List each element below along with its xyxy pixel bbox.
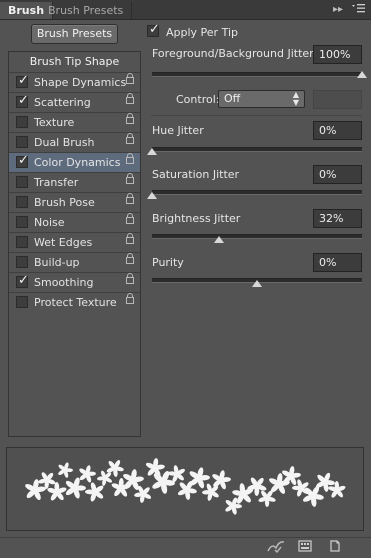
control-fade-field [313,90,362,109]
list-item-checkbox[interactable] [16,296,28,308]
fg-bg-jitter-thumb[interactable] [357,71,367,78]
brightness-jitter-slider[interactable] [152,234,362,239]
purity-thumb[interactable] [252,280,262,287]
create-new-brush-icon[interactable] [328,539,342,556]
open-preset-manager-icon[interactable] [298,539,312,556]
lock-icon[interactable] [126,93,134,104]
purity-label: Purity [152,256,184,269]
list-item-label: Smoothing [34,276,94,289]
checkmark-icon: ✓ [18,73,29,88]
control-label: Control: [176,93,220,106]
lock-icon[interactable] [126,253,134,264]
list-item-checkbox[interactable] [16,256,28,268]
lock-icon[interactable] [126,153,134,164]
list-item[interactable]: ✓ Color Dynamics [9,152,140,172]
list-item[interactable]: Brush Pose [9,192,140,212]
list-item-checkbox[interactable]: ✓ [16,93,29,108]
brightness-jitter-value[interactable]: 32% [313,209,362,228]
control-dropdown-value: Off [224,92,241,105]
checkmark-icon: ✓ [18,273,29,288]
list-item-label: Protect Texture [34,296,117,309]
lock-icon[interactable] [126,293,134,304]
control-dropdown[interactable]: Off ▲ ▼ [218,90,305,108]
list-item-label: Shape Dynamics [34,76,127,89]
lock-icon[interactable] [126,73,134,84]
brightness-jitter-label: Brightness Jitter [152,212,241,225]
brush-tip-shape-item[interactable]: Brush Tip Shape [9,55,140,68]
hue-jitter-label: Hue Jitter [152,124,204,137]
lock-icon[interactable] [126,233,134,244]
lock-icon[interactable] [126,213,134,224]
list-item-checkbox[interactable] [16,176,28,188]
saturation-jitter-slider[interactable] [152,190,362,195]
list-item[interactable]: Transfer [9,172,140,192]
brush-presets-button[interactable]: Brush Presets [31,24,118,44]
apply-per-tip-label: Apply Per Tip [166,26,238,39]
brush-stroke-preview-image [22,455,349,518]
list-item-label: Brush Pose [34,196,95,209]
double-arrow-right-icon[interactable]: ▸▸ [333,2,343,17]
list-item-checkbox[interactable]: ✓ [16,73,29,88]
list-item-checkbox[interactable] [16,236,28,248]
list-item-label: Wet Edges [34,236,93,249]
list-item[interactable]: Dual Brush [9,132,140,152]
list-item-label: Dual Brush [34,136,95,149]
list-item-label: Scattering [34,96,91,109]
list-item-checkbox[interactable] [16,136,28,148]
list-item[interactable]: ✓ Scattering [9,92,140,112]
checkmark-icon: ✓ [18,93,29,108]
fg-bg-jitter-label: Foreground/Background Jitter [152,47,314,60]
purity-value[interactable]: 0% [313,253,362,272]
list-item[interactable]: Wet Edges [9,232,140,252]
apply-per-tip-checkbox[interactable]: ✓ [147,22,160,37]
toggle-live-tip-preview-icon[interactable] [266,539,286,556]
chevron-updown-icon: ▲ ▼ [292,90,299,107]
list-item-checkbox[interactable] [16,116,28,128]
list-item[interactable]: Build-up [9,252,140,272]
list-item-checkbox[interactable] [16,216,28,228]
hue-jitter-value[interactable]: 0% [313,121,362,140]
fg-bg-jitter-value[interactable]: 100% [313,45,362,64]
list-item-label: Build-up [34,256,80,269]
hue-jitter-thumb[interactable] [147,148,157,155]
checkmark-icon: ✓ [18,153,29,168]
list-item-checkbox[interactable] [16,196,28,208]
list-item-checkbox[interactable]: ✓ [16,273,29,288]
tab-brush-presets[interactable]: Brush Presets [40,2,133,19]
panel-tab-bar: Brush Brush Presets ▸▸ [0,0,371,20]
fg-bg-jitter-slider[interactable] [152,72,362,77]
list-item[interactable]: ✓ Shape Dynamics [9,72,140,92]
lock-icon[interactable] [126,193,134,204]
list-item-label: Transfer [34,176,79,189]
list-item-label: Noise [34,216,65,229]
list-item[interactable]: Protect Texture [9,292,140,312]
lock-icon[interactable] [126,273,134,284]
lock-icon[interactable] [126,173,134,184]
brush-stroke-preview [6,447,364,531]
list-item-label: Texture [34,116,75,129]
lock-icon[interactable] [126,133,134,144]
saturation-jitter-value[interactable]: 0% [313,165,362,184]
list-item-label: Color Dynamics [34,156,121,169]
saturation-jitter-thumb[interactable] [147,192,157,199]
saturation-jitter-label: Saturation Jitter [152,168,240,181]
list-item-checkbox[interactable]: ✓ [16,153,29,168]
brightness-jitter-thumb[interactable] [214,236,225,243]
list-item[interactable]: ✓ Smoothing [9,272,140,292]
lock-icon[interactable] [126,113,134,124]
list-item[interactable]: Noise [9,212,140,232]
panel-bottom-bar [0,537,371,558]
list-item[interactable]: Texture [9,112,140,132]
divider [151,115,362,116]
panel-menu-icon[interactable] [352,3,365,18]
hue-jitter-slider[interactable] [152,147,362,152]
